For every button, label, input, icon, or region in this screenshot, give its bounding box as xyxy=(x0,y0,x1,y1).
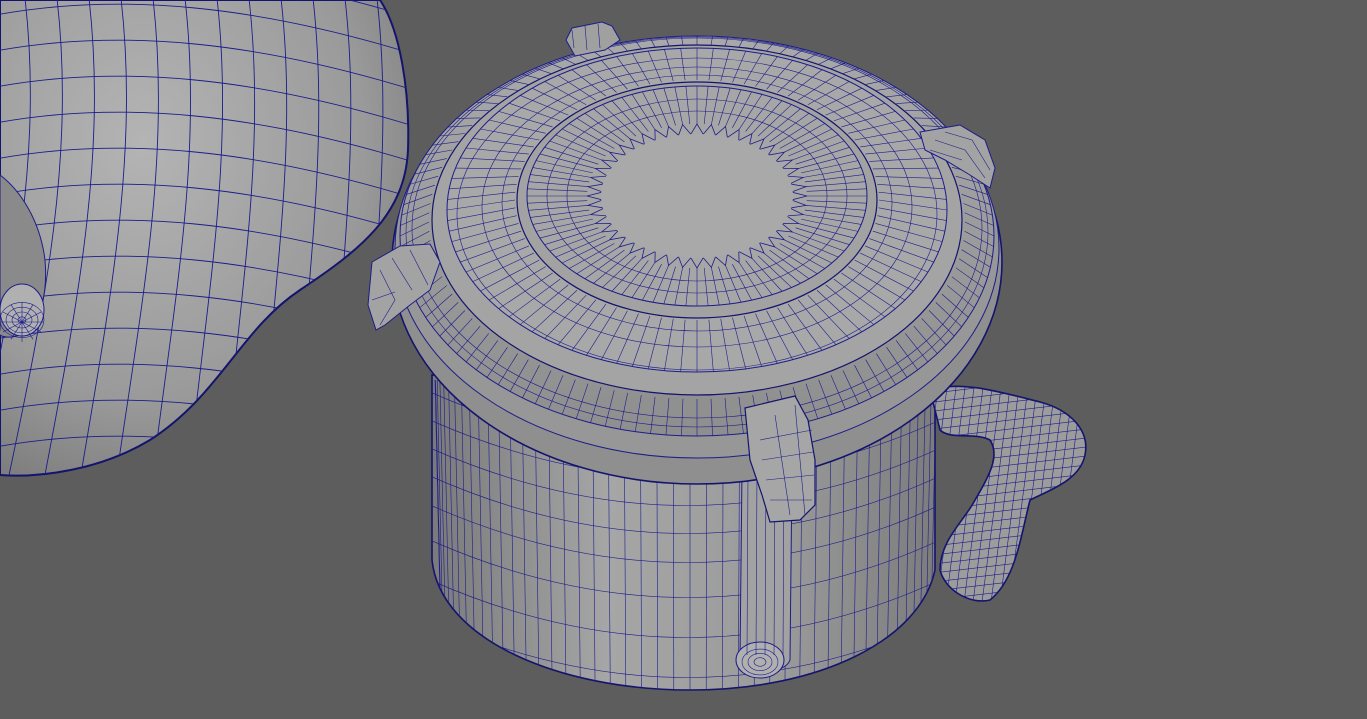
adjacent-rounded-mesh[interactable] xyxy=(0,0,420,488)
canister-lid-mesh[interactable] xyxy=(391,35,1003,485)
3d-viewport[interactable] xyxy=(0,0,1367,719)
viewport-canvas[interactable] xyxy=(0,0,1367,719)
